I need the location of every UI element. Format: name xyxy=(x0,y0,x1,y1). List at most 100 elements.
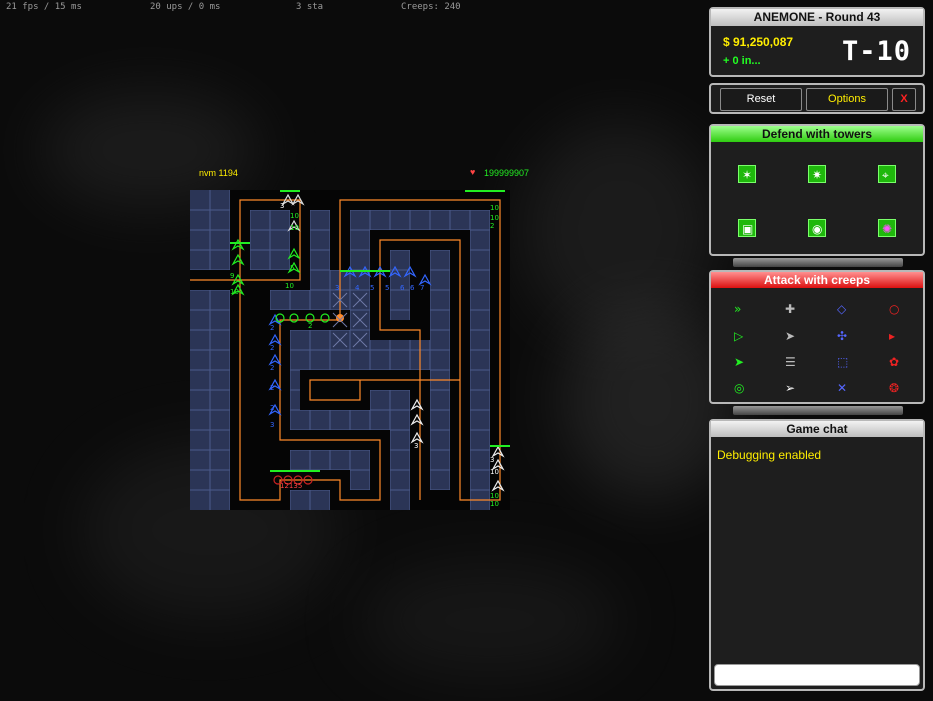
ups-readout: 20 ups / 0 ms xyxy=(150,2,221,12)
board-label: 3 xyxy=(414,442,418,450)
svg-text:✶: ✶ xyxy=(742,168,752,182)
svg-text:➤: ➤ xyxy=(785,329,795,343)
svg-text:▣: ▣ xyxy=(742,222,753,236)
green-creep-2-icon[interactable]: ▷ xyxy=(732,328,748,344)
board-label: 6 xyxy=(410,284,415,292)
svg-text:✺: ✺ xyxy=(882,222,892,236)
defend-panel: Defend with towers ✶ ✷ ⌖ ▣ ◉ ✺ xyxy=(709,124,925,256)
green-creep-1-icon[interactable]: » xyxy=(732,301,748,317)
red-creep-1-icon[interactable]: ○ xyxy=(887,301,903,317)
svg-text:✚: ✚ xyxy=(785,302,795,316)
pink-swirl-tower-icon[interactable]: ✺ xyxy=(878,219,896,237)
board-label: 7 xyxy=(420,284,424,292)
red-creep-2-icon[interactable]: ▸ xyxy=(887,328,903,344)
svg-text:○: ○ xyxy=(889,302,899,316)
chat-message: Debugging enabled xyxy=(717,448,822,462)
laser-tower-icon[interactable]: ✶ xyxy=(738,165,756,183)
chat-input[interactable] xyxy=(714,664,920,686)
attack-panel: Attack with creeps » ✚ ◇ ○ ▷ ➤ ✣ ▸ ➤ ☰ ⬚ ✿ ◎ ➢ ✕ ❂ xyxy=(709,270,925,404)
board-label: 10 xyxy=(490,492,499,500)
close-button[interactable]: X xyxy=(892,88,916,111)
svg-text:◇: ◇ xyxy=(837,302,847,316)
health-bar xyxy=(465,190,505,192)
reset-button[interactable]: Reset xyxy=(720,88,802,111)
board-label: 10 xyxy=(290,212,299,220)
block-tower-icon[interactable]: ▣ xyxy=(738,219,756,237)
green-creep-3-icon[interactable]: ➤ xyxy=(732,354,748,370)
health-bar xyxy=(340,270,390,272)
svg-text:»: » xyxy=(734,302,741,316)
game-board[interactable]: 31010591010101023 4 5 5 6 6 722222233310101012… xyxy=(190,190,510,510)
red-creep-3-icon[interactable]: ✿ xyxy=(887,354,903,370)
panel-connector xyxy=(733,406,903,415)
chat-title: Game chat xyxy=(711,421,923,437)
spark-tower-icon[interactable]: ✷ xyxy=(808,165,826,183)
blue-creep-4-icon[interactable]: ✕ xyxy=(835,380,851,396)
round-title: ANEMONE - Round 43 xyxy=(711,9,923,26)
svg-text:▷: ▷ xyxy=(734,329,744,343)
panel-connector xyxy=(733,258,903,267)
board-label: 2 xyxy=(270,344,274,352)
lives-count: 199999907 xyxy=(484,168,530,178)
svg-text:☰: ☰ xyxy=(785,355,796,369)
control-buttons-panel: Reset Options X xyxy=(709,83,925,114)
board-label: 5 xyxy=(385,284,389,292)
board-label: 2 xyxy=(270,364,274,372)
creeps-readout: Creeps: 240 xyxy=(401,2,461,12)
board-label: 10 xyxy=(290,224,299,232)
round-timer: T-10 xyxy=(841,36,911,67)
chat-panel: Game chat Debugging enabled xyxy=(709,419,925,691)
svg-text:◉: ◉ xyxy=(812,222,822,236)
blue-creep-1-icon[interactable]: ◇ xyxy=(835,301,851,317)
board-label: 3 xyxy=(335,284,339,292)
board-label: 12135 xyxy=(280,482,302,490)
svg-text:✕: ✕ xyxy=(837,381,847,395)
board-label: 6 xyxy=(400,284,405,292)
board-label: 2 xyxy=(308,322,312,330)
green-creep-4-icon[interactable]: ◎ xyxy=(732,380,748,396)
svg-text:➢: ➢ xyxy=(785,381,795,395)
board-label: 9 xyxy=(230,272,234,280)
board-label: 3 xyxy=(490,456,494,464)
grey-creep-1-icon[interactable]: ✚ xyxy=(783,301,799,317)
svg-text:✣: ✣ xyxy=(837,329,847,343)
grey-creep-2-icon[interactable]: ➤ xyxy=(783,328,799,344)
player-name: nvm 1194 xyxy=(199,168,238,178)
board-label: 2 xyxy=(270,384,274,392)
health-bar xyxy=(280,190,300,192)
defend-title: Defend with towers xyxy=(711,126,923,142)
board-label: 2 xyxy=(270,404,274,412)
board-label: 2 xyxy=(490,222,494,230)
health-bar xyxy=(490,445,510,447)
board-label: 3 xyxy=(280,202,284,210)
svg-text:✷: ✷ xyxy=(812,168,822,182)
orb-tower-icon[interactable]: ◉ xyxy=(808,219,826,237)
grey-creep-3-icon[interactable]: ☰ xyxy=(783,354,799,370)
board-label: 4 xyxy=(355,284,360,292)
board-label: 10 xyxy=(490,468,499,476)
orange-creep xyxy=(336,314,344,322)
white-creep-4-icon[interactable]: ➢ xyxy=(783,380,799,396)
round-info-panel: ANEMONE - Round 43 $ 91,250,087 + 0 in..… xyxy=(709,7,925,77)
board-label: 10 xyxy=(490,214,499,222)
svg-text:❂: ❂ xyxy=(889,381,899,395)
board-label: 5 xyxy=(370,284,374,292)
lives-icon: ♥ xyxy=(470,167,476,177)
sta-readout: 3 sta xyxy=(296,2,324,12)
svg-text:⬚: ⬚ xyxy=(837,355,848,369)
fps-readout: 21 fps / 15 ms xyxy=(6,2,82,12)
svg-text:▸: ▸ xyxy=(889,329,895,343)
options-button[interactable]: Options xyxy=(806,88,888,111)
blue-creep-3-icon[interactable]: ⬚ xyxy=(835,354,851,370)
svg-text:✿: ✿ xyxy=(889,355,899,369)
income-display: + 0 in... xyxy=(723,55,761,67)
board-label: 5 xyxy=(290,264,294,272)
board-label: 10 xyxy=(230,288,239,296)
attack-title: Attack with creeps xyxy=(711,272,923,288)
blue-creep-2-icon[interactable]: ✣ xyxy=(835,328,851,344)
red-creep-4-icon[interactable]: ❂ xyxy=(887,380,903,396)
board-label: 2 xyxy=(270,324,274,332)
board-label: 3 xyxy=(270,421,274,429)
health-bar xyxy=(230,242,250,244)
swirl-tower-icon[interactable]: ⌖ xyxy=(878,165,896,183)
